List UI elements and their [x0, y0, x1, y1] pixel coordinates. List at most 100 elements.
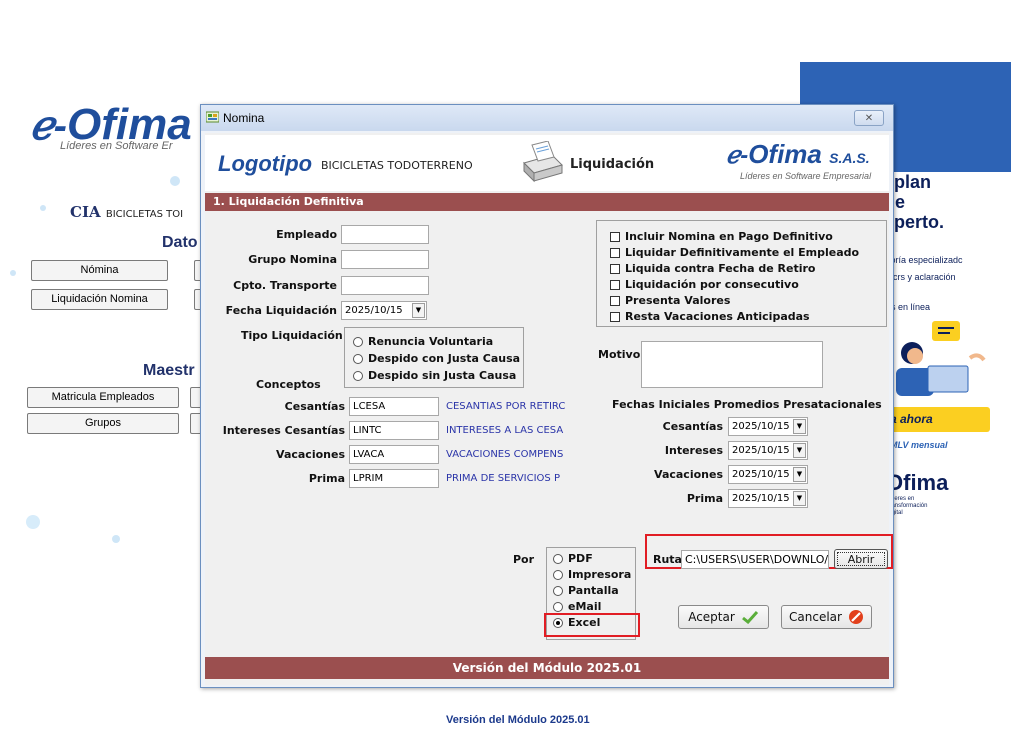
options-checkbox-group: Incluir Nomina en Pago Definitivo Liquid…: [596, 220, 887, 327]
fecha-prima-picker[interactable]: 2025/10/15 ▼: [728, 489, 808, 508]
background-cia: CIA BICICLETAS TOI: [70, 203, 183, 221]
window-app-icon: [206, 111, 219, 123]
checkbox-liquidar-definitivamente[interactable]: Liquidar Definitivamente el Empleado: [610, 246, 859, 259]
checkbox-resta-vacaciones[interactable]: Resta Vacaciones Anticipadas: [610, 310, 810, 323]
radio-label: Impresora: [568, 568, 632, 581]
nomina-button[interactable]: Nómina: [31, 260, 168, 281]
grupo-nomina-label: Grupo Nomina: [248, 253, 337, 266]
checkbox-incluir-nomina[interactable]: Incluir Nomina en Pago Definitivo: [610, 230, 833, 243]
cancelar-label: Cancelar: [789, 610, 842, 624]
fecha-cesantias-value: 2025/10/15: [732, 421, 790, 432]
cia-company: BICICLETAS TOI: [105, 209, 184, 220]
concepto-vacaciones-desc: VACACIONES COMPENS: [446, 449, 564, 460]
chevron-down-icon[interactable]: ▼: [793, 419, 806, 434]
radio-icon: [553, 585, 563, 596]
chevron-down-icon[interactable]: ▼: [793, 443, 806, 458]
printer-icon: [523, 141, 563, 183]
abrir-button[interactable]: Abrir: [834, 549, 888, 569]
checkmark-icon: [741, 610, 758, 624]
radio-icon: [553, 601, 563, 612]
fecha-liquidacion-value: 2025/10/15: [345, 305, 403, 316]
concepto-cesantias-label: Cesantías: [284, 400, 345, 413]
chevron-down-icon[interactable]: ▼: [793, 467, 806, 482]
radio-icon: [353, 336, 363, 347]
motivo-textarea[interactable]: [641, 341, 823, 388]
decor-dot: [26, 515, 40, 529]
grupo-nomina-input[interactable]: [341, 250, 429, 269]
fecha-vacaciones-value: 2025/10/15: [732, 469, 790, 480]
background-version: Versión del Módulo 2025.01: [446, 714, 590, 726]
datos-title: Dato: [162, 234, 198, 251]
fecha-intereses-picker[interactable]: 2025/10/15 ▼: [728, 441, 808, 460]
decor-dot: [40, 205, 46, 211]
fecha-intereses-value: 2025/10/15: [732, 445, 790, 456]
transporte-label: Cpto. Transporte: [233, 279, 337, 292]
company-logo-placeholder: Logotipo: [218, 151, 313, 176]
fecha-vacaciones-picker[interactable]: 2025/10/15 ▼: [728, 465, 808, 484]
radio-icon: [353, 353, 363, 364]
radio-label: Despido sin Justa Causa: [368, 369, 517, 382]
company-name: BICICLETAS TODOTERRENO: [321, 159, 473, 172]
cancelar-button[interactable]: Cancelar: [781, 605, 872, 629]
section-title: 1. Liquidación Definitiva: [205, 193, 889, 211]
fecha-cesantias-picker[interactable]: 2025/10/15 ▼: [728, 417, 808, 436]
radio-label: Pantalla: [568, 584, 619, 597]
radio-despido-justa[interactable]: Despido con Justa Causa: [353, 352, 520, 365]
ofima-brand-logo: ℯ-Ofima S.A.S.: [726, 139, 870, 170]
fecha-intereses-label: Intereses: [664, 444, 723, 457]
dialog-titlebar[interactable]: Nomina ✕: [201, 105, 893, 131]
concepto-intereses-desc: INTERESES A LAS CESA: [446, 425, 564, 436]
concepto-vacaciones-input[interactable]: LVACA: [349, 445, 439, 464]
checkbox-label: Resta Vacaciones Anticipadas: [625, 310, 810, 323]
radio-renuncia[interactable]: Renuncia Voluntaria: [353, 335, 493, 348]
checkbox-label: Incluir Nomina en Pago Definitivo: [625, 230, 833, 243]
fecha-liquidacion-picker[interactable]: 2025/10/15 ▼: [341, 301, 427, 320]
concepto-cesantias-desc: CESANTIAS POR RETIRC: [446, 401, 566, 412]
output-impresora[interactable]: Impresora: [553, 568, 631, 581]
checkbox-presenta-valores[interactable]: Presenta Valores: [610, 294, 730, 307]
concepto-intereses-label: Intereses Cesantías: [222, 424, 345, 437]
motivo-label: Motivo: [598, 348, 641, 361]
grupos-button[interactable]: Grupos: [27, 413, 179, 434]
aceptar-button[interactable]: Aceptar: [678, 605, 769, 629]
output-email[interactable]: eMail: [553, 600, 601, 613]
concepto-prima-desc: PRIMA DE SERVICIOS P: [446, 473, 560, 484]
radio-icon: [553, 553, 563, 564]
cia-label: CIA: [70, 203, 101, 221]
checkbox-icon: [610, 295, 620, 306]
chevron-down-icon[interactable]: ▼: [793, 491, 806, 506]
liquidacion-nomina-button[interactable]: Liquidación Nomina: [31, 289, 168, 310]
output-pantalla[interactable]: Pantalla: [553, 584, 619, 597]
concepto-intereses-input[interactable]: LINTC: [349, 421, 439, 440]
ofima-mark-icon: ℯ-: [726, 142, 749, 169]
close-button[interactable]: ✕: [854, 110, 884, 126]
output-pdf[interactable]: PDF: [553, 552, 593, 565]
checkbox-label: Presenta Valores: [625, 294, 731, 307]
empleado-input[interactable]: [341, 225, 429, 244]
cancel-icon: [848, 610, 863, 624]
por-label: Por: [513, 553, 535, 566]
ad-cta-button[interactable]: ta ahora: [880, 407, 990, 432]
checkbox-consecutivo[interactable]: Liquidación por consecutivo: [610, 278, 799, 291]
concepto-prima-input[interactable]: LPRIM: [349, 469, 439, 488]
module-title: Liquidación: [570, 157, 655, 172]
fecha-vacaciones-label: Vacaciones: [654, 468, 723, 481]
fecha-prima-value: 2025/10/15: [732, 493, 790, 504]
radio-label: eMail: [568, 600, 602, 613]
fecha-prima-label: Prima: [686, 492, 723, 505]
matricula-empleados-button[interactable]: Matricula Empleados: [27, 387, 179, 408]
checkbox-icon: [610, 231, 620, 242]
ofima-brand-sub: Líderes en Software Empresarial: [740, 171, 872, 181]
transporte-input[interactable]: [341, 276, 429, 295]
checkbox-icon: [610, 311, 620, 322]
concepto-cesantias-input[interactable]: LCESA: [349, 397, 439, 416]
checkbox-fecha-retiro[interactable]: Liquida contra Fecha de Retiro: [610, 262, 815, 275]
radio-despido-sin-justa[interactable]: Despido sin Justa Causa: [353, 369, 516, 382]
ruta-input[interactable]: C:\USERS\USER\DOWNLO/: [681, 550, 829, 569]
decor-dot: [10, 270, 16, 276]
background-logo-sub: Líderes en Software Er: [60, 140, 173, 152]
radio-label: PDF: [568, 552, 593, 565]
fechas-title: Fechas Iniciales Promedios Presatacional…: [612, 398, 882, 411]
chevron-down-icon[interactable]: ▼: [412, 303, 425, 318]
radio-label: Renuncia Voluntaria: [368, 335, 494, 348]
